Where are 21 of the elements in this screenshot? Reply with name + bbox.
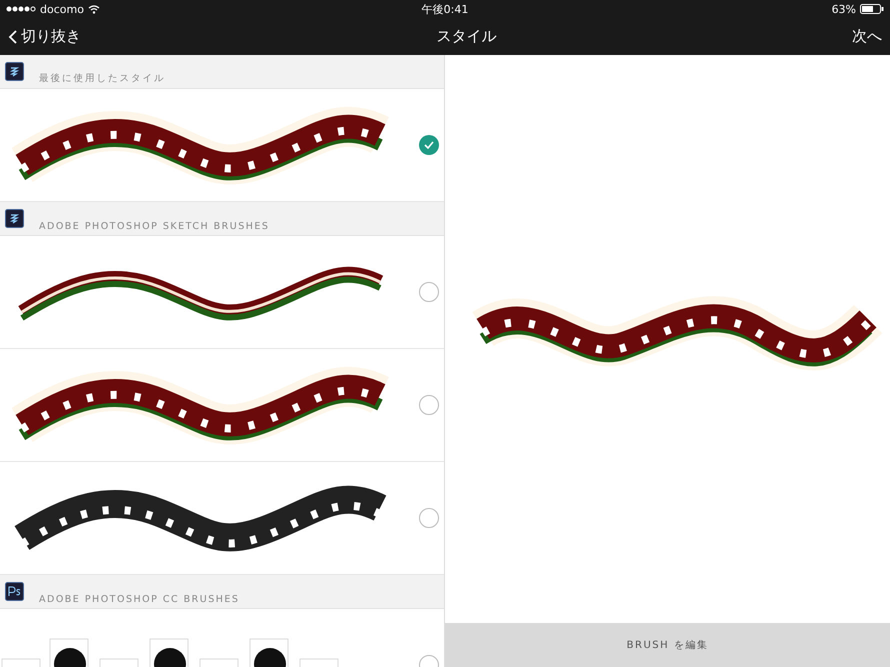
edit-brush-button[interactable]: BRUSH を編集 [445,623,890,667]
clock-time: 午後0:41 [422,2,468,16]
wifi-icon [88,4,100,14]
sketch-app-icon [5,209,24,228]
signal-icon [6,6,36,12]
section-title: ADOBE PHOTOSHOP CC BRUSHES [39,594,240,605]
photoshop-app-icon [5,582,24,601]
next-link[interactable]: 次へ [852,27,882,46]
selected-check-icon[interactable] [419,135,439,155]
radio-button[interactable] [419,395,439,415]
section-title: ADOBE PHOTOSHOP SKETCH BRUSHES [39,221,270,232]
carrier-name: docomo [40,2,84,16]
back-chevron-icon [8,30,17,44]
radio-button[interactable] [419,508,439,528]
battery-icon [860,4,884,14]
radio-button[interactable] [419,282,439,302]
section-title: 最後に使用したスタイル [39,72,166,85]
battery-percentage: 63% [832,2,856,16]
screen-title: スタイル [436,27,498,46]
sketch-app-icon [5,62,24,81]
back-link[interactable]: 切り抜き [8,27,81,46]
